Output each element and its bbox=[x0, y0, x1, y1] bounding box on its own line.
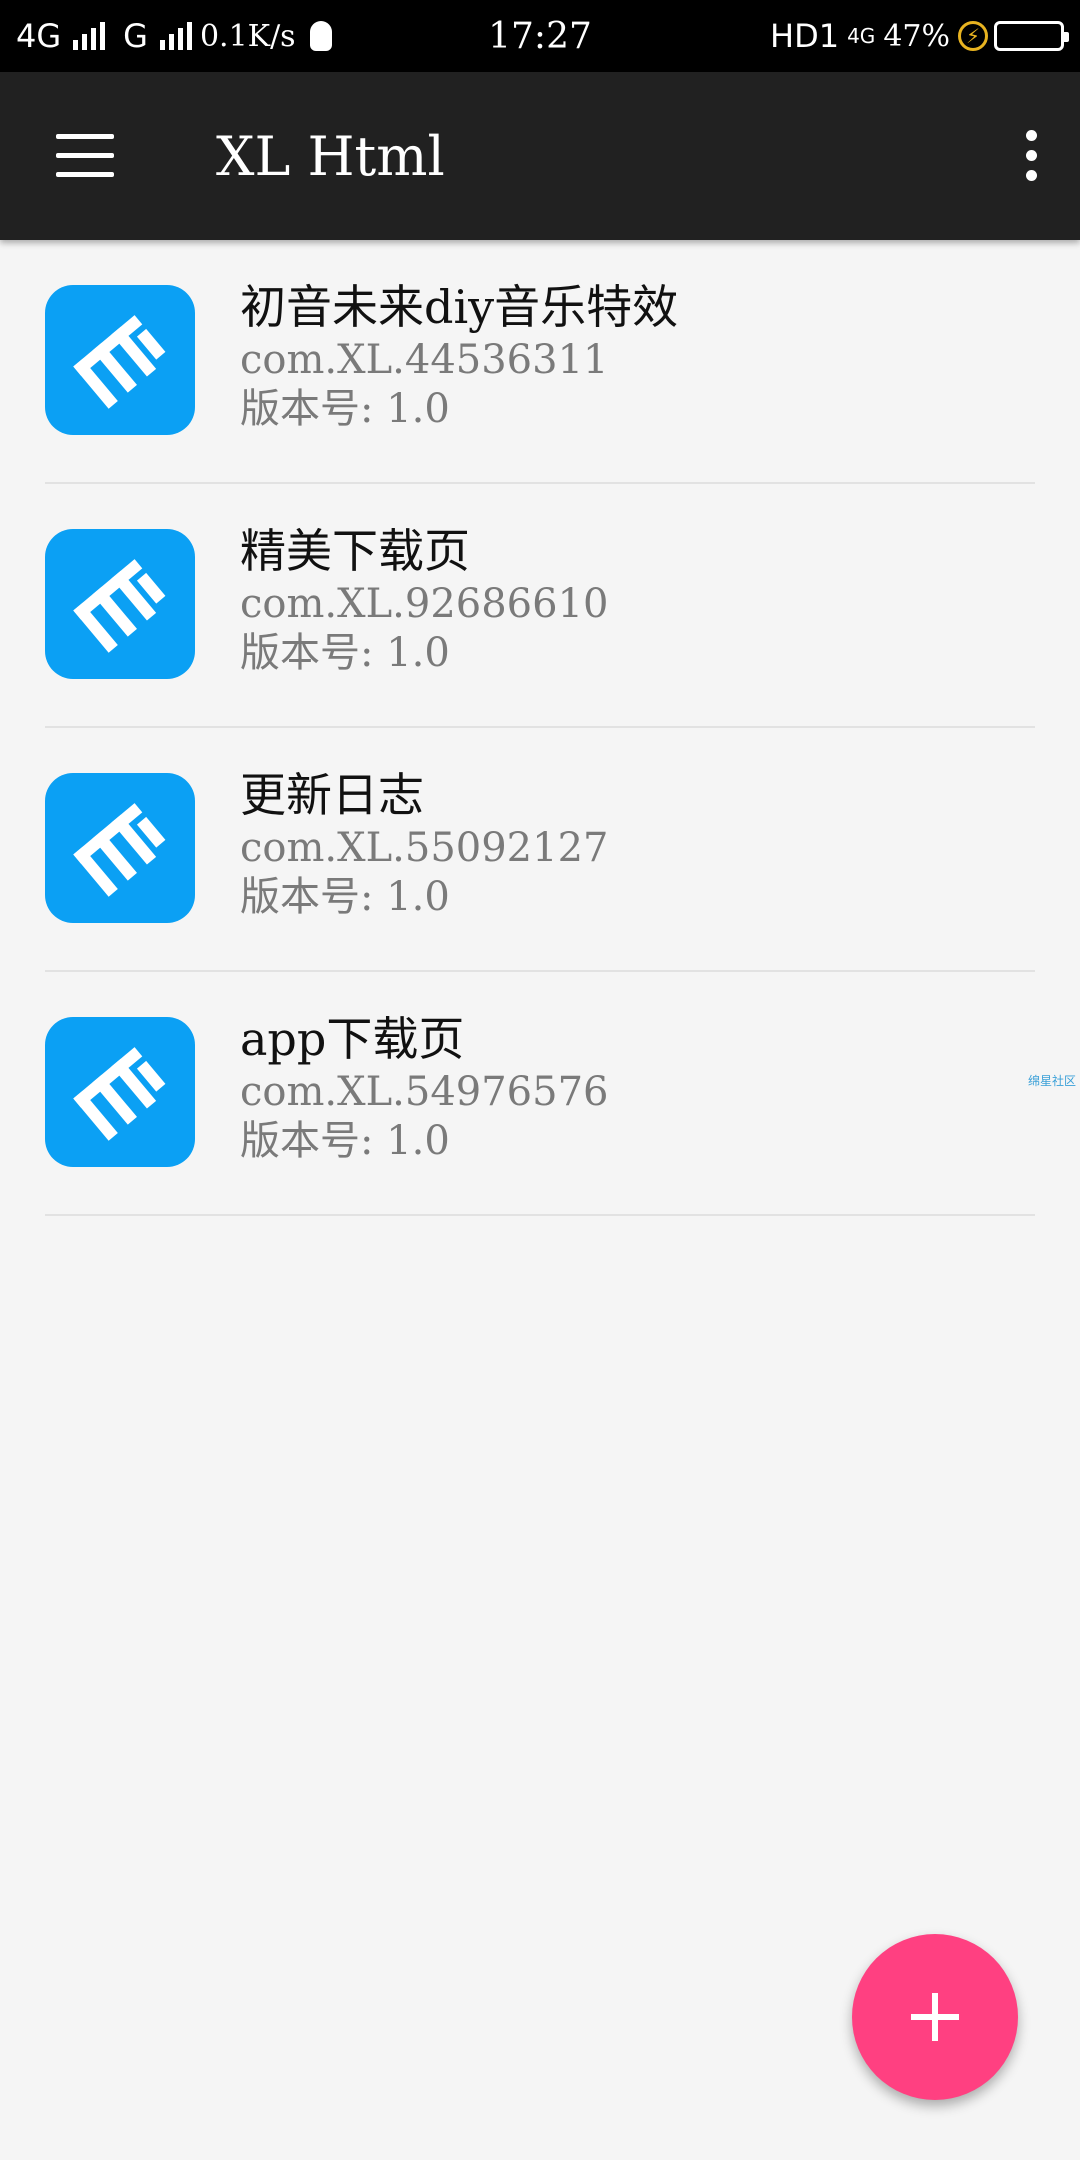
app-icon bbox=[45, 773, 195, 923]
divider bbox=[45, 1214, 1035, 1216]
list-item[interactable]: app下载页 com.XL.54976576 版本号: 1.0 bbox=[0, 972, 1080, 1216]
watermark: 绵星社区 bbox=[1028, 1074, 1077, 1088]
status-bar: 4G G 0.1K/s 17:27 HD1 4G 47% ⚡ bbox=[0, 0, 1080, 72]
list-item[interactable]: 更新日志 com.XL.55092127 版本号: 1.0 bbox=[0, 728, 1080, 972]
item-name: 初音未来diy音乐特效 bbox=[240, 280, 679, 334]
app-title: XL Html bbox=[216, 124, 445, 188]
list-item[interactable]: 初音未来diy音乐特效 com.XL.44536311 版本号: 1.0 bbox=[0, 240, 1080, 484]
item-name: app下载页 bbox=[240, 1012, 465, 1066]
battery-percent: 47% bbox=[883, 18, 950, 54]
project-list: 初音未来diy音乐特效 com.XL.44536311 版本号: 1.0 精美下… bbox=[0, 240, 1080, 1216]
app-icon bbox=[45, 529, 195, 679]
item-version: 版本号: 1.0 bbox=[240, 386, 450, 432]
item-name: 精美下载页 bbox=[240, 524, 470, 578]
item-version: 版本号: 1.0 bbox=[240, 630, 450, 676]
charging-icon: ⚡ bbox=[958, 21, 988, 51]
app-icon bbox=[45, 285, 195, 435]
more-vert-icon[interactable] bbox=[1012, 128, 1052, 184]
item-package: com.XL.54976576 bbox=[240, 1069, 609, 1115]
item-package: com.XL.92686610 bbox=[240, 581, 609, 627]
item-package: com.XL.44536311 bbox=[240, 337, 609, 383]
plus-icon-vertical bbox=[932, 1993, 938, 2041]
menu-icon[interactable] bbox=[56, 134, 114, 178]
add-fab-button[interactable] bbox=[852, 1934, 1018, 2100]
app-bar: XL Html bbox=[0, 72, 1080, 240]
item-version: 版本号: 1.0 bbox=[240, 874, 450, 920]
item-name: 更新日志 bbox=[240, 768, 424, 822]
battery-icon bbox=[994, 21, 1069, 51]
item-package: com.XL.55092127 bbox=[240, 825, 609, 871]
item-version: 版本号: 1.0 bbox=[240, 1118, 450, 1164]
status-right: HD1 4G 47% ⚡ bbox=[770, 0, 1069, 72]
app-icon bbox=[45, 1017, 195, 1167]
network-type-label: 4G bbox=[847, 24, 876, 48]
list-item[interactable]: 精美下载页 com.XL.92686610 版本号: 1.0 bbox=[0, 484, 1080, 728]
hd-label: HD1 bbox=[770, 17, 840, 55]
battery-indicator: ⚡ bbox=[958, 21, 1069, 51]
